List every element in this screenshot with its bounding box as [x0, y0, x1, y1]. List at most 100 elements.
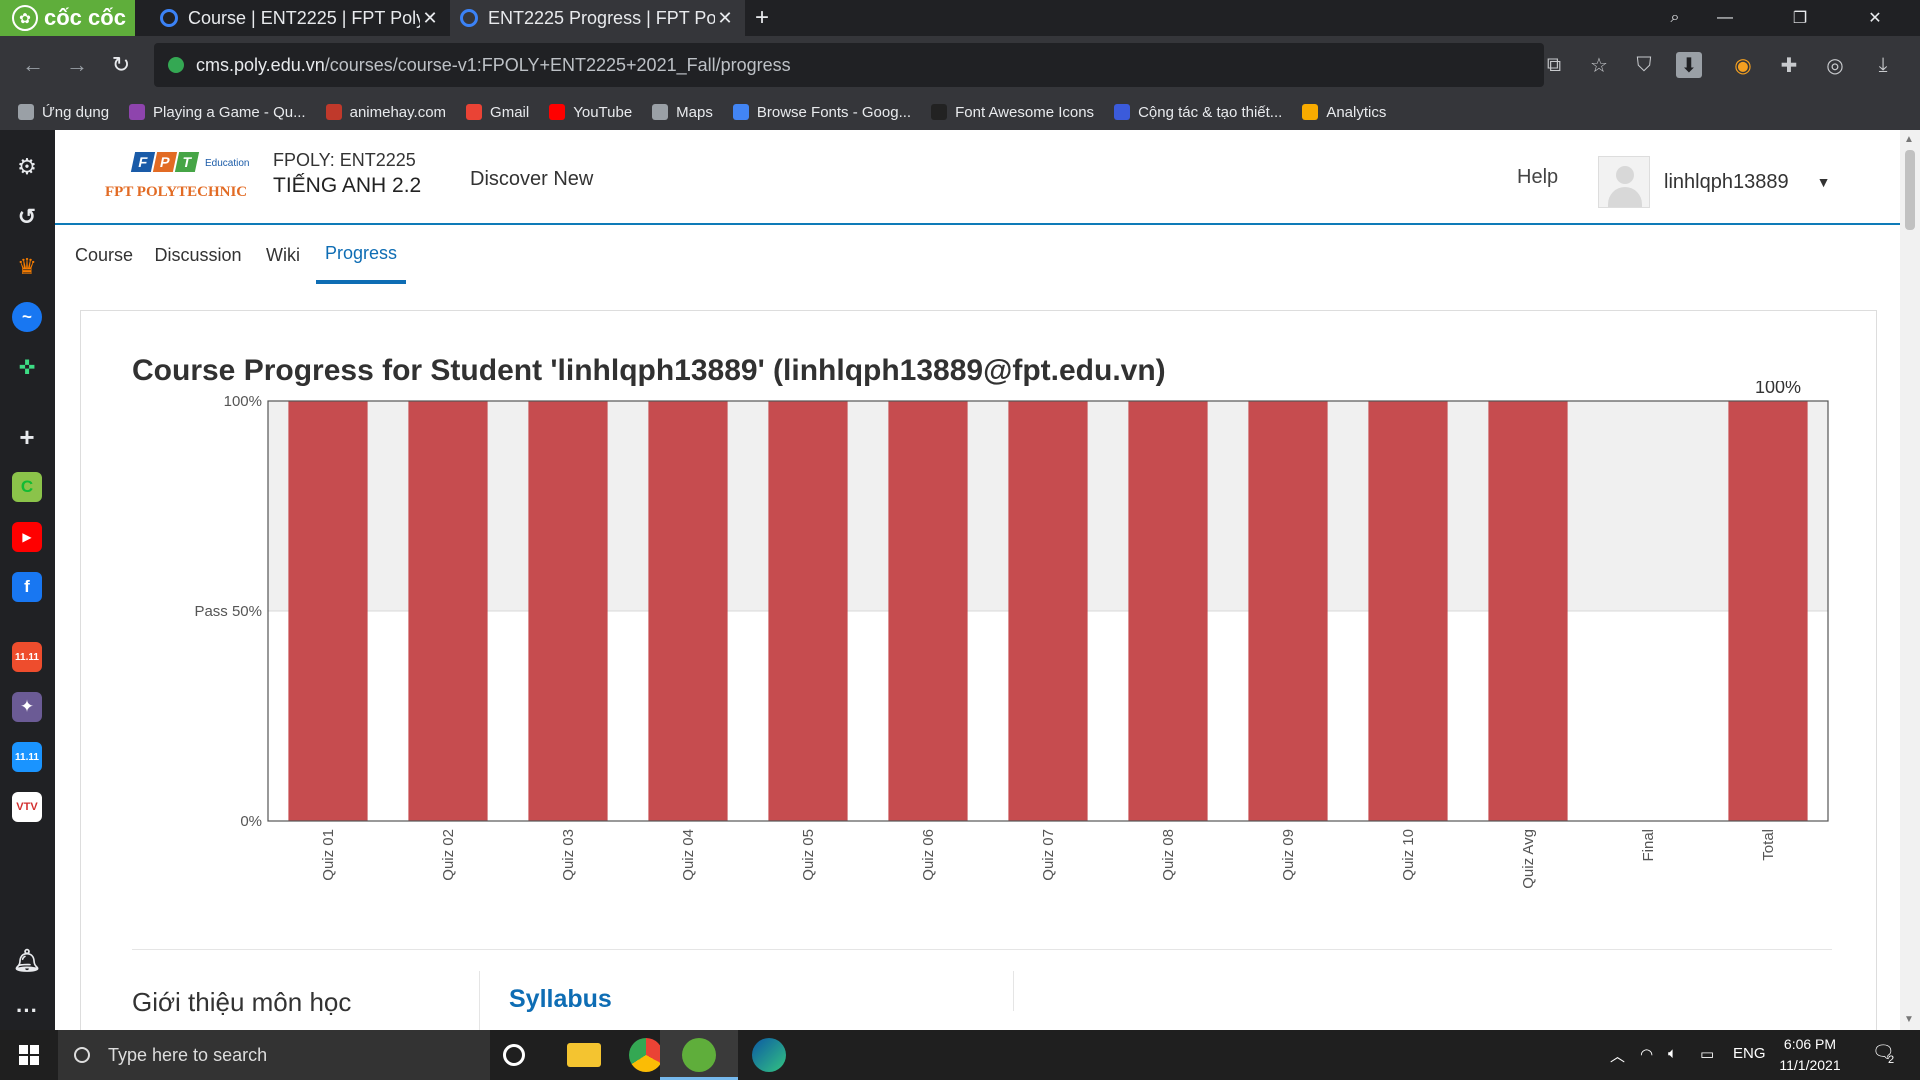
tray-chevron-up-icon[interactable]: ︿	[1610, 1045, 1625, 1066]
course-tabs: Course Discussion Wiki Progress	[55, 226, 1900, 284]
logo-polytechnic-label: FPT POLYTECHNIC	[105, 184, 248, 200]
wifi-icon[interactable]: ◠	[1640, 1045, 1653, 1063]
close-window-icon[interactable]: ✕	[1850, 0, 1900, 36]
coccoc-logo-icon: ✿	[12, 5, 38, 31]
x-tick-label: Quiz 07	[1040, 829, 1057, 881]
bookmark-star-icon[interactable]: ☆	[1586, 52, 1612, 78]
syllabus-link[interactable]: Syllabus	[509, 985, 612, 1014]
shopee-icon[interactable]: 11.11	[12, 642, 42, 672]
vtv-go-icon[interactable]: VTV	[12, 792, 42, 822]
chrome-icon[interactable]	[629, 1038, 663, 1072]
clock-date: 11/1/2021	[1779, 1057, 1841, 1073]
crown-icon[interactable]: ♛	[12, 252, 42, 282]
tiki-icon[interactable]: 11.11	[12, 742, 42, 772]
logo-block: P	[152, 152, 178, 172]
extension-colorful-icon[interactable]: ◉	[1730, 52, 1756, 78]
profile-icon[interactable]: ◎	[1822, 52, 1848, 78]
tab-search-icon[interactable]: ⌕	[1650, 0, 1700, 36]
windows-start-icon[interactable]	[0, 1030, 58, 1080]
youtube-sidebar-icon[interactable]: ▶	[12, 522, 42, 552]
history-icon[interactable]: ↺	[12, 202, 42, 232]
caret-down-icon[interactable]: ▼	[1817, 174, 1831, 190]
logo-block: T	[174, 152, 200, 172]
more-dots-icon[interactable]: ···	[12, 996, 42, 1026]
battery-icon[interactable]: ▭	[1700, 1045, 1714, 1063]
course-org-code: FPOLY: ENT2225	[273, 150, 416, 170]
bookmark-item[interactable]: Maps	[652, 104, 713, 121]
edge-icon[interactable]	[752, 1038, 786, 1072]
bookmark-label: Browse Fonts - Goog...	[756, 103, 912, 121]
tab-title: Course | ENT2225 | FPT Polyt	[188, 7, 420, 28]
x-tick-label: Quiz 06	[920, 829, 937, 881]
analytics-icon	[1302, 104, 1319, 120]
help-link[interactable]: Help	[1517, 166, 1558, 189]
bookmark-item[interactable]: YouTube	[549, 104, 632, 121]
tab-discussion[interactable]: Discussion	[153, 226, 243, 284]
x-tick-label: Total	[1760, 829, 1777, 861]
bookmark-item[interactable]: animehay.com	[325, 104, 446, 121]
x-tick-label: Quiz 09	[1280, 829, 1297, 881]
bookmark-label: Font Awesome Icons	[955, 103, 1095, 121]
scrollbar-thumb[interactable]	[1905, 150, 1915, 230]
game-avatar-icon[interactable]: ✦	[12, 692, 42, 722]
new-tab-plus-icon[interactable]: +	[755, 4, 769, 32]
shield-icon[interactable]: ⛉	[1631, 52, 1657, 78]
settings-gear-icon[interactable]: ⚙	[12, 152, 42, 182]
notification-bell-icon[interactable]: 🔔︎	[12, 946, 42, 976]
download-savior-icon[interactable]: ⬇	[1676, 52, 1702, 78]
globe-icon	[652, 104, 669, 120]
bookmark-item[interactable]: Gmail	[466, 104, 529, 121]
file-explorer-icon[interactable]	[567, 1043, 601, 1067]
scroll-down-icon[interactable]: ▼	[1904, 1014, 1914, 1025]
y-tick-label: 0%	[240, 813, 262, 830]
page-scrollbar[interactable]: ▲ ▼	[1900, 130, 1920, 1030]
back-arrow-icon[interactable]: ←	[18, 50, 48, 80]
coccoc-taskbar-button[interactable]	[660, 1030, 738, 1080]
cortana-circle-icon[interactable]	[503, 1044, 525, 1066]
gamepad-icon[interactable]: ✜	[12, 352, 42, 382]
taskbar-clock[interactable]: 6:06 PM 11/1/2021	[1760, 1034, 1860, 1076]
reload-icon[interactable]: ↻	[106, 50, 136, 80]
close-tab-icon[interactable]: ✕	[420, 8, 440, 29]
forward-arrow-icon[interactable]: →	[62, 50, 92, 80]
downloads-icon[interactable]: ⤓	[1870, 52, 1896, 78]
bookmark-label: Playing a Game - Qu...	[153, 103, 306, 121]
restore-icon[interactable]: ❐	[1775, 0, 1825, 36]
bookmark-item[interactable]: Ứng dụng	[18, 104, 109, 121]
scroll-up-icon[interactable]: ▲	[1904, 134, 1914, 145]
coccoc-taskbar-icon	[682, 1038, 716, 1072]
fpt-polytechnic-logo[interactable]: F P T Education FPT POLYTECHNIC	[105, 152, 255, 202]
clock-time: 6:06 PM	[1783, 1036, 1837, 1052]
user-menu[interactable]: linhlqph13889 ▼	[1598, 156, 1853, 208]
logo-block: F	[130, 152, 156, 172]
discover-new-link[interactable]: Discover New	[470, 168, 593, 191]
bookmark-item[interactable]: Playing a Game - Qu...	[129, 104, 306, 121]
browser-tab-progress[interactable]: ENT2225 Progress | FPT Polyt ✕	[450, 0, 745, 36]
bar-total	[1728, 401, 1808, 821]
tab-wiki[interactable]: Wiki	[258, 226, 308, 284]
bookmark-item[interactable]: Cộng tác & tạo thiết...	[1114, 104, 1282, 121]
section-title: Giới thiệu môn học	[132, 987, 352, 1017]
translate-icon[interactable]: ⧉	[1541, 52, 1567, 78]
add-panel-icon[interactable]: +	[12, 422, 42, 452]
minimize-icon[interactable]: —	[1700, 0, 1750, 36]
bar-quiz-02	[408, 401, 488, 821]
tab-course[interactable]: Course	[69, 226, 139, 284]
tab-progress[interactable]: Progress	[316, 226, 406, 284]
extensions-puzzle-icon[interactable]: ✚	[1776, 52, 1802, 78]
bookmark-item[interactable]: Font Awesome Icons	[931, 104, 1094, 121]
volume-icon[interactable]: 🔈︎	[1668, 1045, 1677, 1062]
coccoc-menu-button[interactable]: ✿ cốc cốc	[0, 0, 135, 36]
bookmark-item[interactable]: Browse Fonts - Goog...	[732, 103, 912, 121]
bar-quiz-10	[1368, 401, 1448, 821]
address-bar[interactable]: cms.poly.edu.vn /courses/course-v1:FPOLY…	[154, 43, 1544, 87]
x-tick-label: Quiz 01	[320, 829, 337, 881]
browser-tab-course[interactable]: Course | ENT2225 | FPT Polyt ✕	[150, 0, 450, 36]
facebook-icon[interactable]: f	[12, 572, 42, 602]
y-tick-label: 100%	[224, 393, 262, 410]
messenger-icon[interactable]: ~	[12, 302, 42, 332]
coccoc-app-icon[interactable]: C	[12, 472, 42, 502]
bookmark-item[interactable]: Analytics	[1302, 104, 1386, 121]
close-tab-icon[interactable]: ✕	[715, 8, 735, 29]
taskbar-search-input[interactable]: Type here to search	[58, 1030, 490, 1080]
